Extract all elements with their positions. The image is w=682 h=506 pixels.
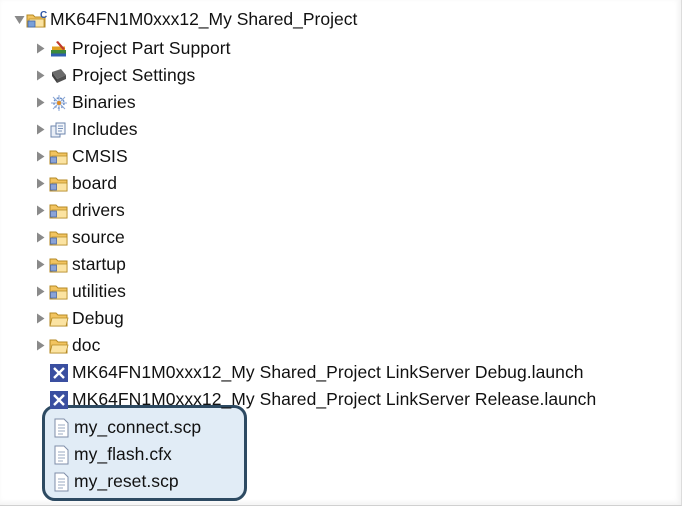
item-label: Debug [72, 308, 124, 328]
tree-item-project-part-support[interactable]: Project Part Support [36, 35, 231, 62]
item-label: Project Settings [72, 65, 196, 85]
item-label: my_connect.scp [74, 417, 202, 437]
item-label: doc [72, 335, 101, 355]
item-label: CMSIS [72, 146, 128, 166]
tree-root[interactable]: C MK64FN1M0xxx12_My Shared_Project [14, 6, 357, 33]
item-label: board [72, 173, 118, 193]
tree-item-doc[interactable]: doc [36, 332, 100, 359]
item-label: startup [72, 254, 126, 274]
collapsed-arrow-icon[interactable] [36, 339, 48, 353]
text-file-icon [50, 445, 72, 465]
launch-file-icon [48, 363, 70, 383]
collapsed-arrow-icon[interactable] [36, 69, 48, 83]
text-file-icon [50, 472, 72, 492]
launch-file-icon [48, 390, 70, 410]
folder-icon [48, 336, 70, 356]
folder-icon [48, 309, 70, 329]
tree-item-includes[interactable]: Includes [36, 116, 138, 143]
expanded-arrow-icon[interactable] [14, 13, 26, 27]
tree-item-my-connect[interactable]: my_connect.scp [50, 414, 201, 441]
tree-item-debug[interactable]: Debug [36, 305, 124, 332]
collapsed-arrow-icon[interactable] [36, 123, 48, 137]
item-label: my_flash.cfx [74, 444, 172, 464]
item-label: MK64FN1M0xxx12_My Shared_Project LinkSer… [72, 389, 597, 409]
source-folder-icon [48, 282, 70, 302]
tree-item-my-flash[interactable]: my_flash.cfx [50, 441, 172, 468]
tree-item-project-settings[interactable]: Project Settings [36, 62, 195, 89]
item-label: MK64FN1M0xxx12_My Shared_Project LinkSer… [72, 362, 584, 382]
settings-chip-icon [48, 66, 70, 86]
item-label: source [72, 227, 125, 247]
tree-item-source[interactable]: source [36, 224, 125, 251]
item-label: drivers [72, 200, 125, 220]
collapsed-arrow-icon[interactable] [36, 231, 48, 245]
tree-item-drivers[interactable]: drivers [36, 197, 125, 224]
tree-item-startup[interactable]: startup [36, 251, 126, 278]
source-folder-icon [48, 147, 70, 167]
project-name: MK64FN1M0xxx12_My Shared_Project [50, 9, 358, 29]
item-label: Includes [72, 119, 138, 139]
tree-item-my-reset[interactable]: my_reset.scp [50, 468, 179, 495]
item-label: utilities [72, 281, 126, 301]
tree-item-binaries[interactable]: Binaries [36, 89, 136, 116]
binaries-icon [48, 93, 70, 113]
source-folder-icon [48, 201, 70, 221]
collapsed-arrow-icon[interactable] [36, 312, 48, 326]
tree-item-release-launch[interactable]: MK64FN1M0xxx12_My Shared_Project LinkSer… [48, 386, 596, 413]
tree-item-board[interactable]: board [36, 170, 117, 197]
books-icon [48, 39, 70, 59]
includes-icon [48, 120, 70, 140]
collapsed-arrow-icon[interactable] [36, 285, 48, 299]
source-folder-icon [48, 228, 70, 248]
collapsed-arrow-icon[interactable] [36, 258, 48, 272]
collapsed-arrow-icon[interactable] [36, 42, 48, 56]
source-folder-icon [48, 174, 70, 194]
tree-item-debug-launch[interactable]: MK64FN1M0xxx12_My Shared_Project LinkSer… [48, 359, 584, 386]
item-label: my_reset.scp [74, 471, 179, 491]
text-file-icon [50, 418, 72, 438]
item-label: Project Part Support [72, 38, 231, 58]
source-folder-icon [48, 255, 70, 275]
c-project-folder-icon: C [26, 10, 48, 30]
collapsed-arrow-icon[interactable] [36, 96, 48, 110]
collapsed-arrow-icon[interactable] [36, 204, 48, 218]
collapsed-arrow-icon[interactable] [36, 177, 48, 191]
item-label: Binaries [72, 92, 136, 112]
tree-item-cmsis[interactable]: CMSIS [36, 143, 128, 170]
tree-item-utilities[interactable]: utilities [36, 278, 126, 305]
collapsed-arrow-icon[interactable] [36, 150, 48, 164]
svg-text:C: C [40, 10, 47, 21]
